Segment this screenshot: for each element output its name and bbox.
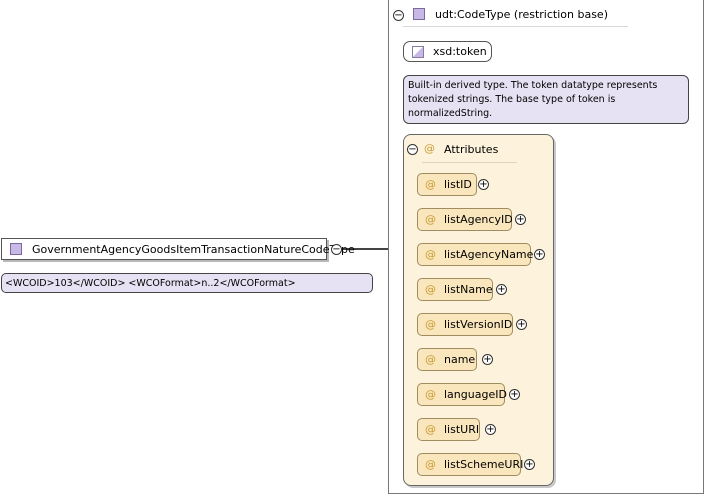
- base-type-node[interactable]: xsd:token: [403, 41, 492, 62]
- attribute-at-icon: @: [425, 213, 436, 226]
- attribute-item[interactable]: @ listName: [417, 278, 493, 301]
- attribute-at-icon: @: [425, 388, 436, 401]
- attribute-item[interactable]: @ listID: [417, 173, 477, 196]
- attribute-at-icon: @: [425, 178, 436, 191]
- attribute-expand-icon[interactable]: +: [485, 424, 496, 435]
- type-collapse-icon[interactable]: −: [393, 10, 404, 21]
- attribute-expand-icon[interactable]: +: [478, 179, 489, 190]
- attribute-expand-icon[interactable]: +: [515, 214, 526, 225]
- attributes-collapse-icon[interactable]: −: [407, 144, 418, 155]
- attributes-header: Attributes: [444, 143, 499, 156]
- attributes-divider: [422, 162, 517, 163]
- attribute-expand-icon[interactable]: +: [496, 284, 507, 295]
- element-node[interactable]: GovernmentAgencyGoodsItemTransactionNatu…: [1, 238, 355, 260]
- attribute-item[interactable]: @ languageID: [417, 383, 507, 406]
- attribute-label: listAgencyName: [444, 248, 534, 261]
- element-name: GovernmentAgencyGoodsItemTransactionNatu…: [32, 242, 355, 256]
- base-type-label: xsd:token: [433, 45, 487, 58]
- attribute-label: listAgencyID: [444, 213, 513, 226]
- attribute-item[interactable]: @ listAgencyID: [417, 208, 513, 231]
- element-collapse-icon[interactable]: −: [331, 244, 342, 255]
- attribute-label: name: [444, 353, 476, 366]
- attribute-item[interactable]: @ name: [417, 348, 477, 371]
- attribute-expand-icon[interactable]: +: [516, 319, 527, 330]
- attribute-label: listID: [444, 178, 472, 191]
- attribute-at-icon: @: [425, 458, 436, 471]
- attribute-at-icon: @: [425, 353, 436, 366]
- attribute-label: listName: [444, 283, 493, 296]
- attribute-at-icon: @: [425, 283, 436, 296]
- attribute-label: listVersionID: [444, 318, 513, 331]
- attribute-item[interactable]: @ listURI: [417, 418, 480, 441]
- element-annotation: <WCOID>103</WCOID> <WCOFormat>n..2</WCOF…: [1, 273, 373, 293]
- attribute-expand-icon[interactable]: +: [482, 354, 493, 365]
- attribute-item[interactable]: @ listSchemeURI: [417, 453, 524, 476]
- attribute-at-icon: @: [424, 142, 435, 155]
- type-square-icon: [413, 8, 425, 20]
- attribute-item[interactable]: @ listAgencyName: [417, 243, 534, 266]
- title-divider: [403, 26, 628, 27]
- type-square-icon: [10, 243, 22, 255]
- attribute-at-icon: @: [425, 423, 436, 436]
- attribute-expand-icon[interactable]: +: [509, 389, 520, 400]
- type-panel-title: udt:CodeType (restriction base): [435, 8, 608, 21]
- attribute-label: languageID: [444, 388, 507, 401]
- attribute-item[interactable]: @ listVersionID: [417, 313, 513, 336]
- attribute-expand-icon[interactable]: +: [524, 459, 535, 470]
- attribute-expand-icon[interactable]: +: [534, 249, 545, 260]
- simple-type-icon: [412, 45, 424, 58]
- attribute-at-icon: @: [425, 248, 436, 261]
- attribute-label: listURI: [444, 423, 480, 436]
- base-type-documentation: Built-in derived type. The token datatyp…: [403, 75, 689, 124]
- attribute-label: listSchemeURI: [444, 458, 524, 471]
- attribute-at-icon: @: [425, 318, 436, 331]
